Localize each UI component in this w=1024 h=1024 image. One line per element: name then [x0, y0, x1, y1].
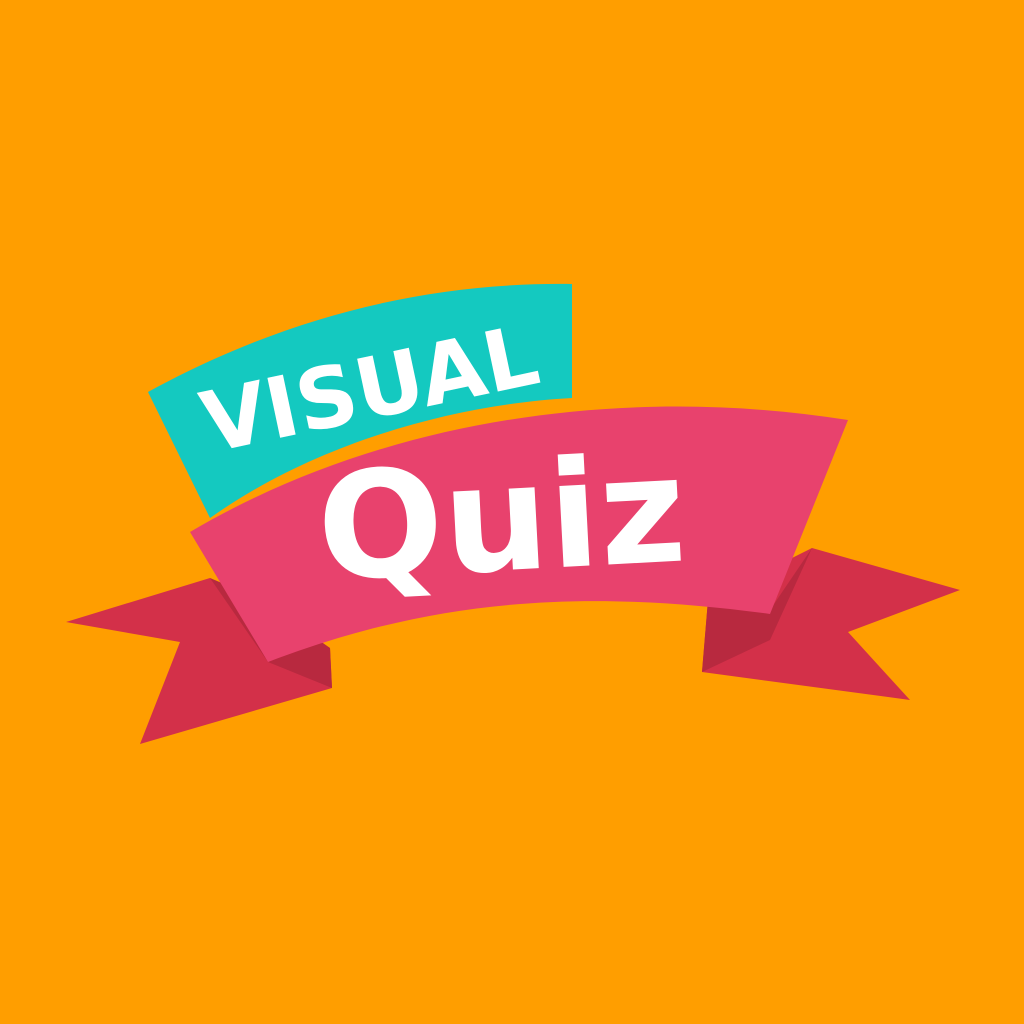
quiz-title-text: Quiz — [313, 424, 690, 615]
app-icon-canvas: VISUAL Quiz — [0, 0, 1024, 1024]
visual-quiz-logo: VISUAL Quiz — [66, 283, 960, 744]
